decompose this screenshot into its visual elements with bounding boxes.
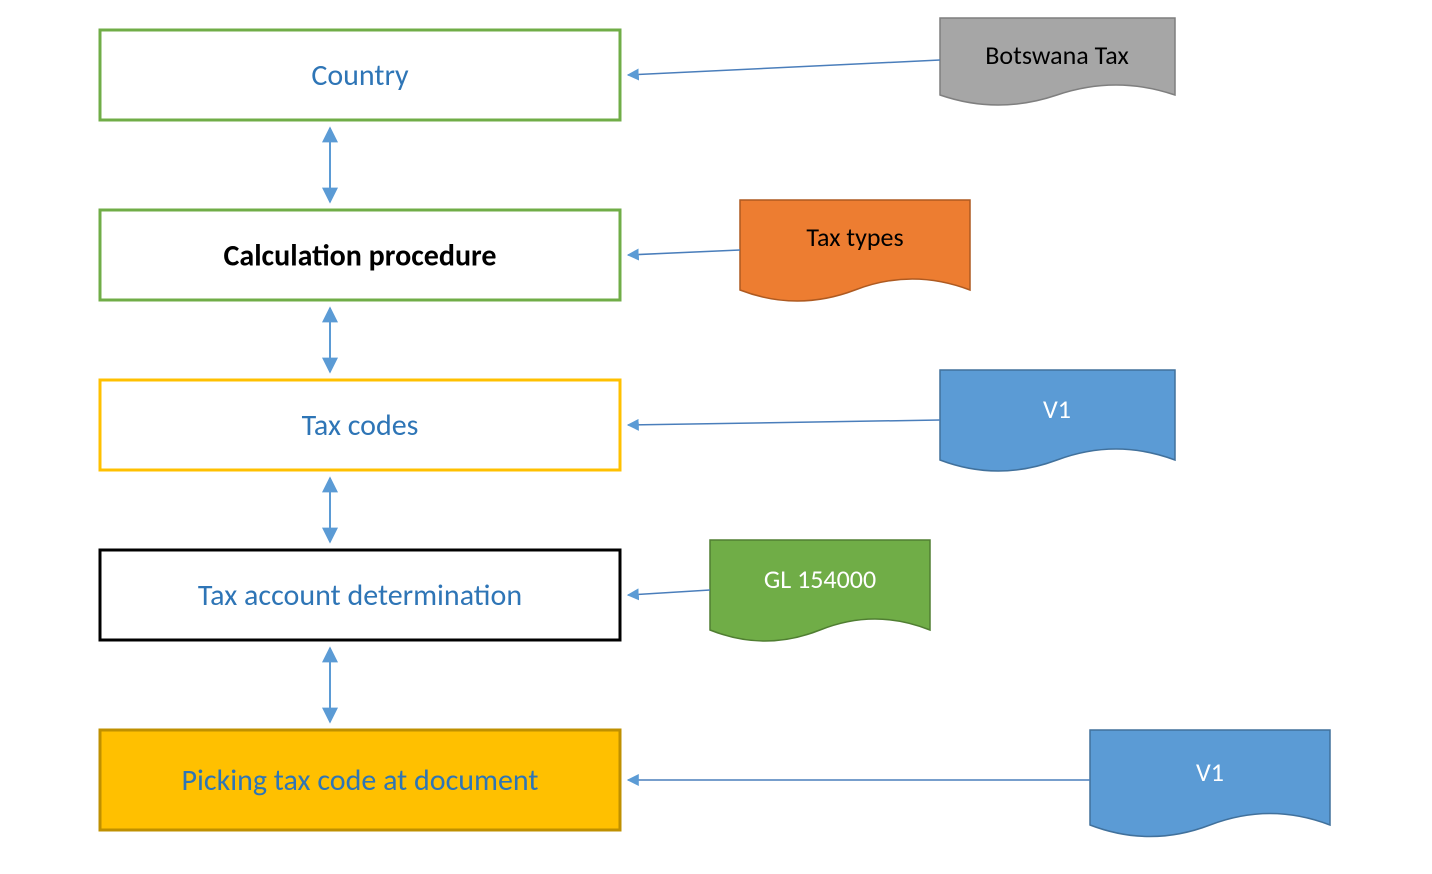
arrow-taxtypes-calcproc [628, 250, 740, 255]
arrow-gl-taxacct [628, 590, 710, 595]
box-country-label: Country [311, 57, 409, 94]
doc-taxtypes-label: Tax types [806, 221, 903, 253]
box-country: Country [100, 30, 620, 120]
box-taxacct: Tax account determination [100, 550, 620, 640]
doc-botswana-label: Botswana Tax [985, 39, 1128, 71]
doc-botswana: Botswana Tax [940, 18, 1175, 105]
doc-v1b-label: V1 [1196, 756, 1224, 788]
box-calcproc: Calculation procedure [100, 210, 620, 300]
doc-v1b: V1 [1090, 730, 1330, 837]
arrow-v1a-taxcodes [628, 420, 940, 425]
doc-taxtypes: Tax types [740, 200, 970, 301]
doc-gl: GL 154000 [710, 540, 930, 641]
doc-v1a-label: V1 [1043, 393, 1071, 425]
box-calcproc-label: Calculation procedure [224, 237, 497, 274]
box-picktax: Picking tax code at document [100, 730, 620, 830]
box-taxacct-label: Tax account determination [198, 577, 522, 614]
box-taxcodes: Tax codes [100, 380, 620, 470]
doc-v1a: V1 [940, 370, 1175, 471]
doc-gl-label: GL 154000 [764, 563, 876, 595]
box-taxcodes-label: Tax codes [302, 407, 419, 444]
arrow-botswana-country [628, 60, 940, 75]
box-picktax-label: Picking tax code at document [182, 762, 539, 799]
